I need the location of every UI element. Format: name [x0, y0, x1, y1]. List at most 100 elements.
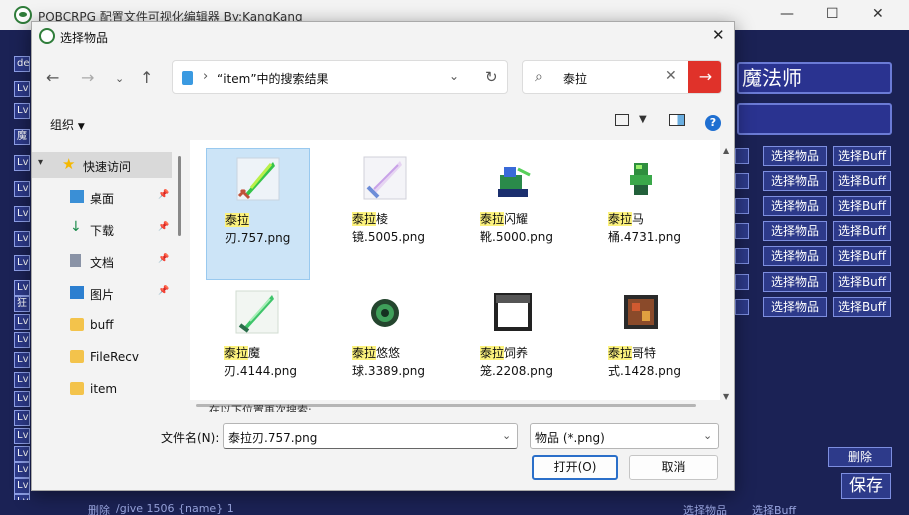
nav-scrollbar[interactable] [178, 156, 181, 236]
left-list-item[interactable]: Lv [14, 332, 30, 348]
file-tile[interactable]: 泰拉闪耀 靴.5000.png [462, 148, 566, 280]
file-tile[interactable]: 泰拉马 桶.4731.png [590, 148, 694, 280]
left-list-item[interactable]: Lv [14, 410, 30, 426]
bottom-select-buff-button[interactable]: 选择Buff [752, 502, 796, 515]
address-dropdown-icon[interactable]: ⌄ [449, 69, 459, 83]
class-sub-panel [737, 103, 892, 135]
left-list-item[interactable]: Lv [14, 231, 30, 247]
filetype-dropdown-icon[interactable]: ⌄ [703, 429, 712, 442]
left-list-item[interactable]: Lv [14, 181, 30, 197]
view-mode-icon[interactable] [615, 114, 629, 126]
file-tile[interactable]: 泰拉饲养 笼.2208.png [462, 282, 566, 414]
select-item-button[interactable]: 选择物品 [763, 246, 827, 266]
select-buff-button[interactable]: 选择Buff [833, 221, 891, 241]
select-item-button[interactable]: 选择物品 [763, 297, 827, 317]
nav-item-downloads[interactable]: ↓ 下载 📌 [32, 216, 172, 242]
row-field[interactable] [735, 198, 749, 214]
row-field[interactable] [735, 274, 749, 290]
left-list-item[interactable]: Lv [14, 255, 30, 271]
maximize-icon[interactable]: ☐ [826, 6, 839, 22]
left-list-item[interactable]: 魔 [14, 129, 30, 145]
select-item-button[interactable]: 选择物品 [763, 146, 827, 166]
save-button[interactable]: 保存 [841, 473, 891, 499]
select-item-button[interactable]: 选择物品 [763, 171, 827, 191]
left-list-item[interactable]: Lv [14, 478, 30, 494]
view-dropdown-icon[interactable]: ▼ [639, 114, 647, 125]
left-list-item[interactable]: Lv [14, 446, 30, 462]
left-list-item[interactable]: Lv [14, 206, 30, 222]
preview-pane-icon[interactable] [669, 114, 685, 126]
nav-item-pictures[interactable]: 图片 📌 [32, 280, 172, 306]
left-list-item[interactable]: Lv [14, 391, 30, 407]
recent-locations-chevron-icon[interactable]: ⌄ [115, 72, 124, 85]
pin-icon[interactable]: 📌 [158, 190, 169, 200]
open-button[interactable]: 打开(O) [532, 455, 618, 480]
minimize-icon[interactable]: — [780, 6, 794, 22]
select-buff-button[interactable]: 选择Buff [833, 171, 891, 191]
pin-icon[interactable]: 📌 [158, 222, 169, 232]
row-field[interactable] [735, 248, 749, 264]
clear-search-icon[interactable]: ✕ [665, 68, 677, 84]
select-item-button[interactable]: 选择物品 [763, 221, 827, 241]
filename-input[interactable]: 泰拉刃.757.png ⌄ [223, 423, 518, 449]
left-list-item[interactable]: de [14, 56, 30, 72]
pin-icon[interactable]: 📌 [158, 286, 169, 296]
expand-chevron-icon[interactable]: ▾ [38, 157, 43, 168]
file-vertical-scrollbar[interactable]: ▲ ▼ [720, 140, 734, 412]
search-input[interactable]: 泰拉 [563, 70, 587, 87]
select-buff-button[interactable]: 选择Buff [833, 146, 891, 166]
select-item-button[interactable]: 选择物品 [763, 196, 827, 216]
bottom-delete-button[interactable]: 删除 [88, 502, 110, 515]
address-bar[interactable]: › “item”中的搜索结果 ⌄ ↻ [172, 60, 508, 94]
row-field[interactable] [735, 299, 749, 315]
left-list-item[interactable]: Lv [14, 352, 30, 368]
left-list-item[interactable]: 狂 [14, 296, 30, 312]
search-go-button[interactable]: → [688, 61, 721, 93]
left-list-item[interactable]: Lv [14, 155, 30, 171]
nav-item-desktop[interactable]: 桌面 📌 [32, 184, 172, 210]
left-list-item[interactable]: Lv [14, 314, 30, 330]
breadcrumb-chevron-icon[interactable]: › [203, 69, 208, 84]
scroll-down-icon[interactable]: ▼ [723, 392, 729, 401]
row-field[interactable] [735, 148, 749, 164]
left-list-item[interactable]: Lv [14, 280, 30, 296]
row-field[interactable] [735, 223, 749, 239]
forward-arrow-icon[interactable]: → [81, 68, 94, 87]
nav-item-filerecv[interactable]: FileRecv [32, 344, 172, 370]
bottom-select-item-button[interactable]: 选择物品 [683, 502, 727, 515]
pin-icon[interactable]: 📌 [158, 254, 169, 264]
left-list-item[interactable]: Lv [14, 372, 30, 388]
left-list-item[interactable]: Lv [14, 81, 30, 97]
row-field[interactable] [735, 173, 749, 189]
select-buff-button[interactable]: 选择Buff [833, 297, 891, 317]
cancel-button[interactable]: 取消 [629, 455, 718, 480]
close-icon[interactable]: ✕ [872, 6, 884, 22]
nav-item-buff[interactable]: buff [32, 312, 172, 338]
back-arrow-icon[interactable]: ← [46, 68, 59, 87]
left-list-item[interactable]: Lv [14, 103, 30, 119]
file-tile[interactable]: 泰拉悠悠 球.3389.png [334, 282, 438, 414]
scroll-up-icon[interactable]: ▲ [723, 146, 729, 155]
select-item-button[interactable]: 选择物品 [763, 272, 827, 292]
nav-item-documents[interactable]: 文档 📌 [32, 248, 172, 274]
file-tile[interactable]: 泰拉哥特 式.1428.png [590, 282, 694, 414]
file-tile[interactable]: 泰拉棱 镜.5005.png [334, 148, 438, 280]
file-tile[interactable]: 泰拉 刃.757.png [206, 148, 310, 280]
select-buff-button[interactable]: 选择Buff [833, 272, 891, 292]
filetype-select[interactable]: 物品 (*.png) ⌄ [530, 423, 719, 449]
refresh-icon[interactable]: ↻ [485, 68, 498, 86]
delete-button[interactable]: 删除 [828, 447, 892, 467]
organize-menu[interactable]: 组织 ▼ [50, 116, 85, 133]
nav-item-item[interactable]: item [32, 376, 172, 402]
filename-dropdown-icon[interactable]: ⌄ [502, 429, 511, 442]
help-icon[interactable]: ? [705, 115, 721, 131]
search-box[interactable]: ⌕ 泰拉 ✕ → [522, 60, 722, 94]
nav-item-quick-access[interactable]: ▾ ★ 快速访问 [32, 152, 172, 178]
dialog-close-icon[interactable]: ✕ [712, 26, 725, 44]
file-tile[interactable]: 泰拉魔 刃.4144.png [206, 282, 310, 414]
select-buff-button[interactable]: 选择Buff [833, 196, 891, 216]
left-list-item[interactable]: Lv [14, 428, 30, 444]
left-list-item[interactable]: Lv [14, 462, 30, 478]
up-arrow-icon[interactable]: ↑ [140, 68, 153, 87]
select-buff-button[interactable]: 选择Buff [833, 246, 891, 266]
